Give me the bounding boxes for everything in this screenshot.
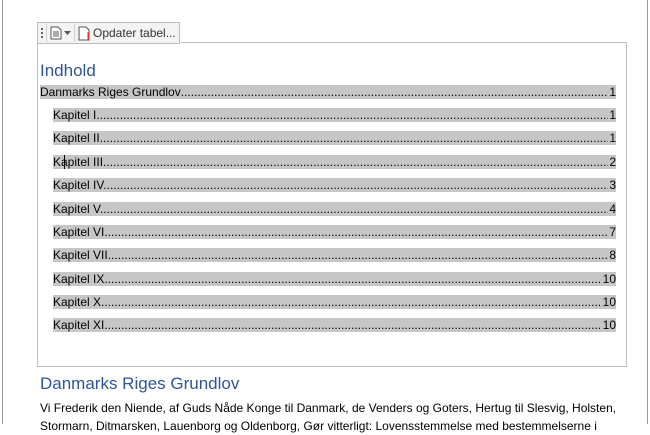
toc-entry-page: 3 — [609, 178, 616, 192]
body-heading: Danmarks Riges Grundlov — [40, 374, 240, 393]
document-icon — [50, 26, 62, 40]
drag-handle-icon[interactable] — [38, 24, 47, 42]
toc-entry-title: Kapitel IV. — [53, 178, 107, 192]
toc-entry[interactable]: Kapitel VII. 8 — [53, 248, 616, 262]
body-line: Vi Frederik den Niende, af Guds Nåde Kon… — [40, 401, 617, 415]
toc-entry-title: Kapitel XI. — [53, 318, 108, 332]
toc-heading: Indhold — [40, 61, 96, 80]
toc-entry-title: Kapitel I. — [53, 108, 100, 122]
toc-entry-page: 1 — [609, 108, 616, 122]
toc-leader — [103, 202, 608, 216]
toc-entry[interactable]: Kapitel IX. 10 — [53, 272, 616, 286]
page-right-edge — [647, 0, 648, 424]
toc-entry-title: Kapitel II. — [53, 131, 104, 145]
toc-leader — [106, 155, 608, 169]
toc-leader — [103, 131, 608, 145]
chevron-down-icon — [64, 30, 71, 35]
toc-entry-title: Kapitel IX. — [53, 272, 108, 286]
toc-entry[interactable]: Kapitel XI. 10 — [53, 318, 616, 332]
toc-entry[interactable]: Kapitel I. 1 — [53, 108, 616, 122]
toc-leader — [181, 85, 609, 99]
toc-leader — [100, 108, 609, 122]
text-cursor — [64, 155, 65, 169]
body-paragraph: Vi Frederik den Niende, af Guds Nåde Kon… — [40, 399, 630, 435]
toc-leader — [104, 295, 601, 309]
toc-entry-page: 1 — [609, 85, 616, 99]
toc-entry-title: Kapitel X. — [53, 295, 105, 309]
content-control-toolbar: Opdater tabel... — [37, 22, 180, 44]
toc-leader — [108, 318, 602, 332]
toc-entry-page: 4 — [609, 202, 616, 216]
toc-entry-title: Kapitel V. — [53, 202, 104, 216]
toc-leader — [111, 248, 608, 262]
toc-entry[interactable]: Kapitel VI. 7 — [53, 225, 616, 239]
toc-entry-title: Kapitel III. — [53, 155, 107, 169]
toc-menu-button[interactable] — [47, 24, 74, 42]
toc-entry-page: 1 — [609, 131, 616, 145]
update-doc-icon — [78, 26, 90, 40]
update-table-label: Opdater tabel... — [93, 26, 176, 40]
toc-entry-page: 7 — [609, 225, 616, 239]
toc-entry[interactable]: Kapitel V. 4 — [53, 202, 616, 216]
toc-entry-title: Kapitel VI. — [53, 225, 108, 239]
update-table-button[interactable]: Opdater tabel... — [74, 24, 179, 42]
toc-entry[interactable]: Danmarks Riges Grundlov 1 — [40, 85, 616, 99]
toc-entry[interactable]: Kapitel III. 2 — [53, 155, 616, 169]
page-left-edge — [2, 0, 3, 424]
toc-entry[interactable]: Kapitel II. 1 — [53, 131, 616, 145]
toc-entry[interactable]: Kapitel IV. 3 — [53, 178, 616, 192]
body-line: Stormarn, Ditmarsken, Lauenborg og Olden… — [40, 419, 597, 433]
toc-entry[interactable]: Kapitel X. 10 — [53, 295, 616, 309]
toc-entry-page: 8 — [609, 248, 616, 262]
toc-entry-page: 10 — [602, 272, 616, 286]
toc-entry-page: 10 — [602, 295, 616, 309]
toc-entry-page: 2 — [609, 155, 616, 169]
toc-leader — [107, 178, 609, 192]
toc-entry-title: Danmarks Riges Grundlov — [40, 85, 181, 99]
toc-entry-title: Kapitel VII. — [53, 248, 112, 262]
toc-leader — [108, 272, 602, 286]
toc-leader — [108, 225, 609, 239]
toc-entry-page: 10 — [602, 318, 616, 332]
